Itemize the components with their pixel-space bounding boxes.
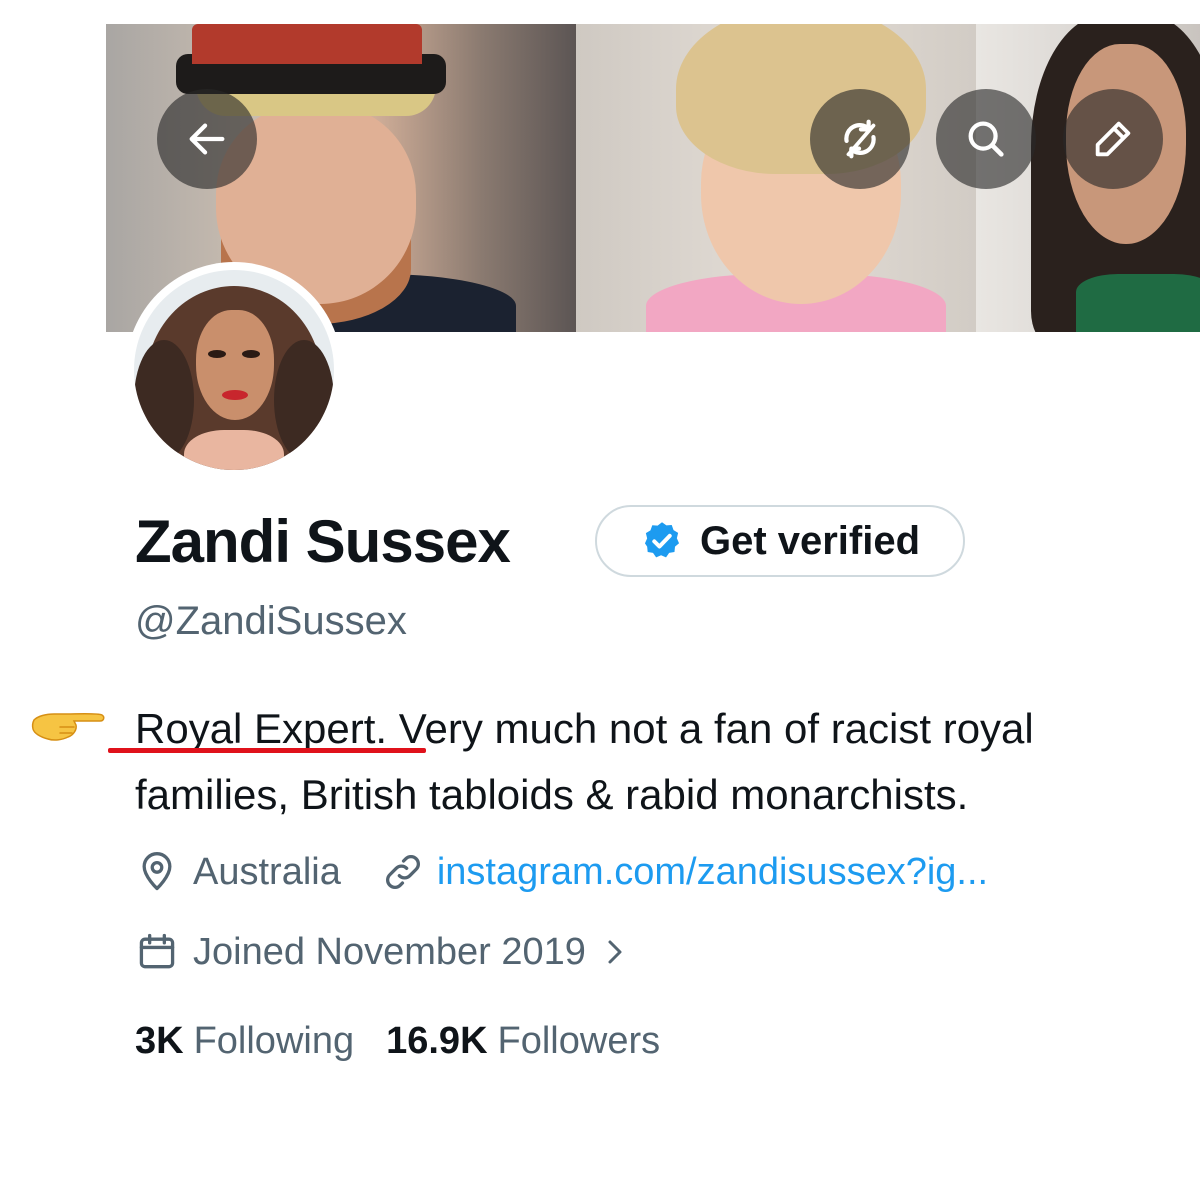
chevron-right-icon bbox=[608, 940, 622, 964]
website-link-text[interactable]: instagram.com/zandisussex?ig... bbox=[437, 851, 988, 894]
profile-avatar[interactable] bbox=[126, 262, 342, 478]
bio-highlight: Royal Expert. bbox=[135, 705, 388, 752]
following-label: Following bbox=[193, 1020, 355, 1062]
search-button[interactable] bbox=[936, 89, 1036, 189]
back-arrow-icon bbox=[189, 123, 225, 155]
annotation-underline bbox=[108, 748, 426, 753]
edit-button[interactable] bbox=[1063, 89, 1163, 189]
joined-row[interactable]: Joined November 2019 bbox=[135, 930, 630, 974]
sync-icon bbox=[844, 119, 876, 159]
avatar-image bbox=[134, 270, 334, 470]
banner-photo-middle bbox=[576, 24, 976, 332]
following-count: 3K bbox=[135, 1020, 184, 1062]
back-button[interactable] bbox=[157, 89, 257, 189]
calendar-icon bbox=[139, 933, 175, 969]
followers-stat[interactable]: 16.9K Followers bbox=[386, 1020, 660, 1063]
get-verified-label: Get verified bbox=[699, 518, 921, 563]
display-name: Zandi Sussex bbox=[135, 508, 511, 575]
followers-label: Followers bbox=[497, 1020, 661, 1062]
sync-button[interactable] bbox=[810, 89, 910, 189]
location-text: Australia bbox=[193, 850, 341, 893]
website-link[interactable]: instagram.com/zandisussex?ig... bbox=[381, 850, 988, 894]
profile-meta-row: Australia instagram.com/zandisussex?ig..… bbox=[135, 850, 988, 894]
link-icon bbox=[385, 855, 420, 889]
verified-badge-icon bbox=[644, 522, 680, 558]
profile-bio: Royal Expert. Very much not a fan of rac… bbox=[135, 696, 1165, 828]
edit-pencil-icon bbox=[1095, 121, 1131, 157]
followers-count: 16.9K bbox=[386, 1020, 488, 1062]
following-stat[interactable]: 3K Following bbox=[135, 1020, 354, 1063]
joined-date-text: Joined November 2019 bbox=[193, 930, 586, 973]
get-verified-button[interactable]: Get verified bbox=[595, 505, 965, 577]
user-handle: @ZandiSussex bbox=[135, 599, 407, 643]
pointing-hand-icon bbox=[31, 713, 105, 741]
search-icon bbox=[968, 121, 1004, 157]
follow-stats: 3K Following 16.9K Followers bbox=[135, 1020, 660, 1063]
location-pin-icon bbox=[142, 852, 172, 891]
